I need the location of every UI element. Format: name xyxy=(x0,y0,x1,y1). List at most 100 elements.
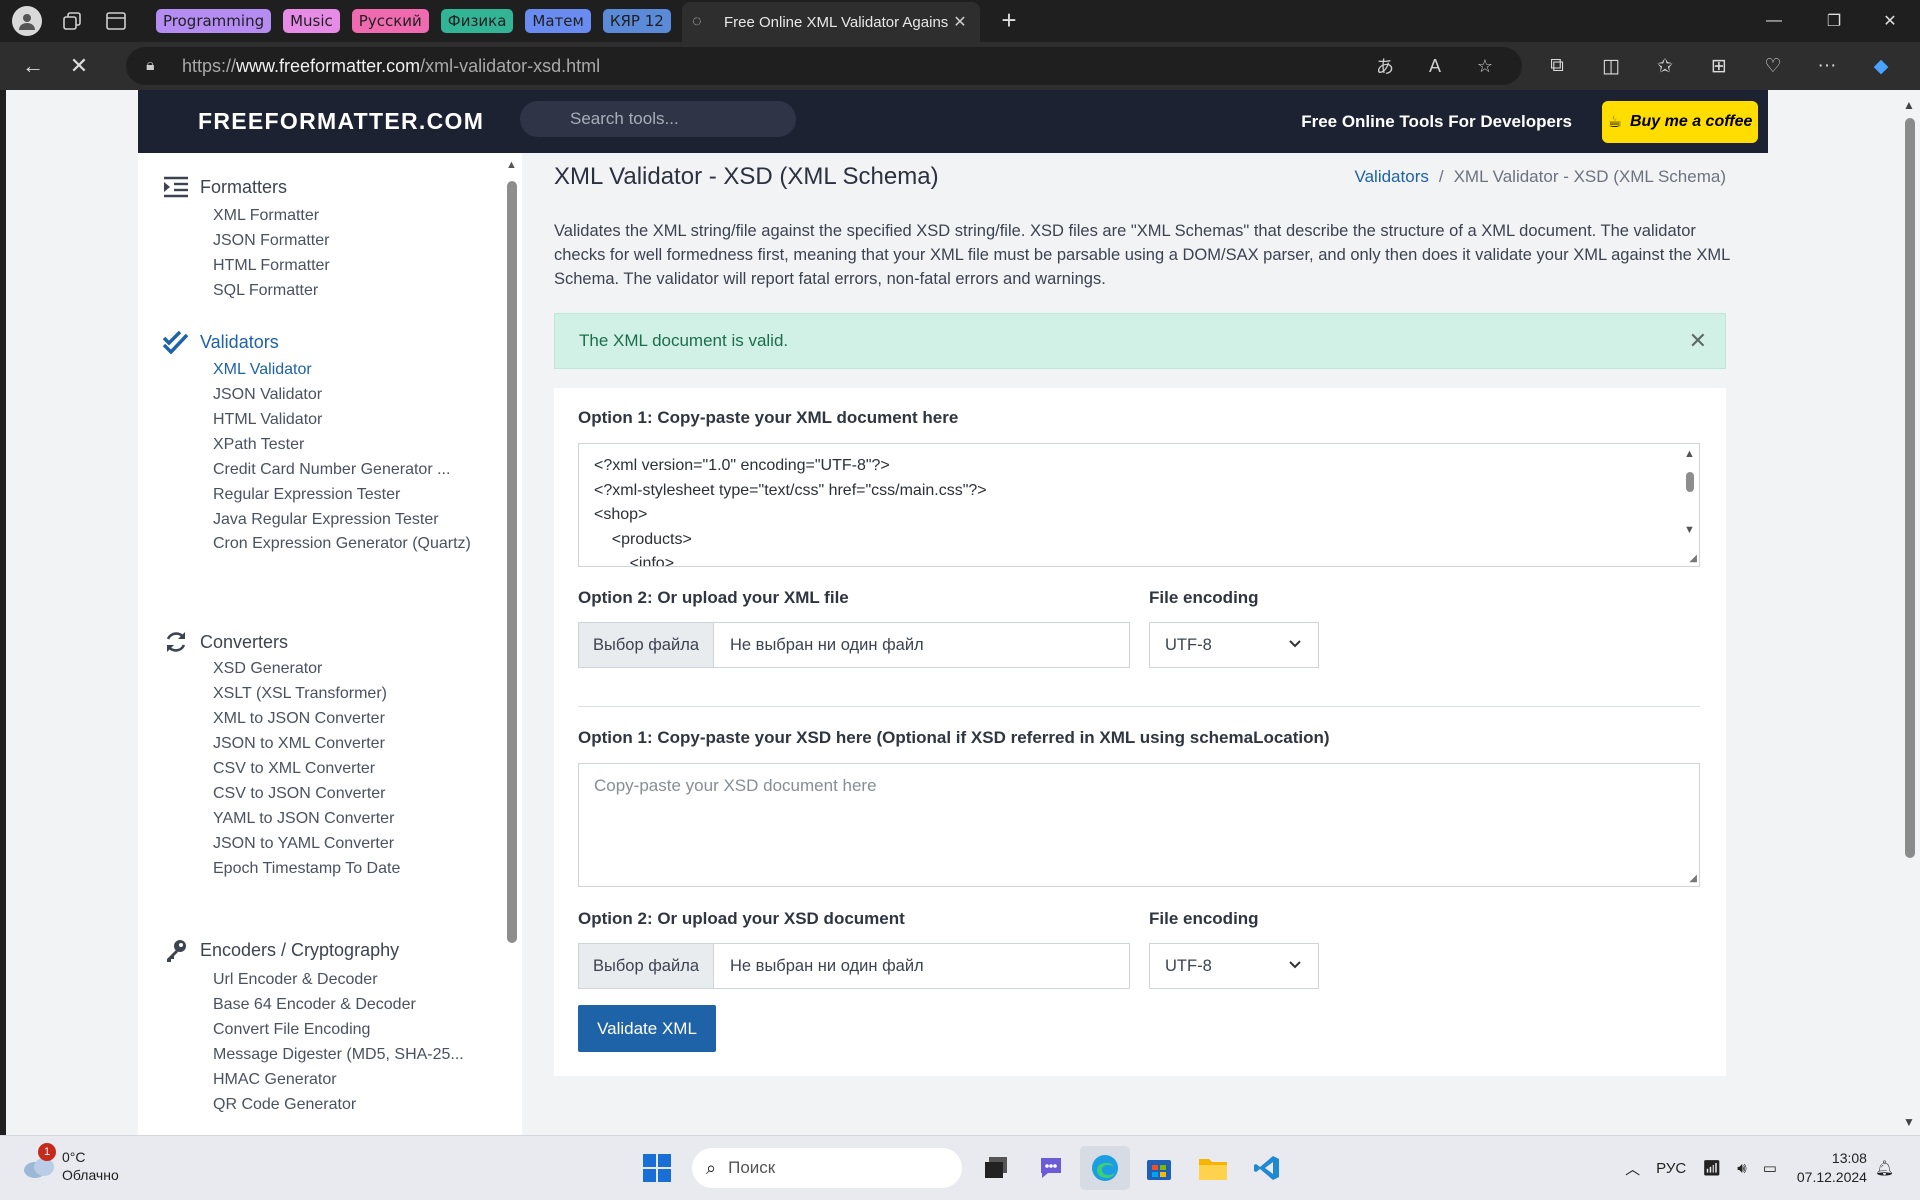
sidebar-item-xpath-tester[interactable]: XPath Tester xyxy=(213,434,478,456)
more-menu-icon[interactable]: ··· xyxy=(1800,55,1854,77)
sidebar-section-formatters[interactable]: Formatters xyxy=(162,173,287,201)
xml-choose-file-button[interactable]: Выбор файла xyxy=(579,623,714,667)
stop-loading-button[interactable]: ✕ xyxy=(56,46,102,86)
xml-textarea-scrollbar[interactable]: ▲ ▼ xyxy=(1681,444,1699,566)
site-logo[interactable]: FREEFORMATTER.COM xyxy=(198,108,484,135)
lock-icon[interactable]: 🔒︎ xyxy=(146,57,168,75)
sidebar-section-converters[interactable]: Converters xyxy=(162,628,288,656)
profile-avatar-icon[interactable] xyxy=(12,6,42,36)
sidebar-item-epoch-timestamp-to-date[interactable]: Epoch Timestamp To Date xyxy=(213,858,478,880)
new-tab-button[interactable]: + xyxy=(992,6,1026,36)
battery-icon[interactable]: ▭ xyxy=(1763,1159,1777,1177)
clock[interactable]: 13:08 07.12.2024 xyxy=(1797,1149,1867,1187)
sidebar-item-url-encoder-decoder[interactable]: Url Encoder & Decoder xyxy=(213,969,478,991)
browser-essentials-icon[interactable]: ♡ xyxy=(1746,55,1800,78)
sidebar-item-json-to-yaml-converter[interactable]: JSON to YAML Converter xyxy=(213,833,478,855)
xsd-textarea[interactable]: Copy-paste your XSD document here ◢ xyxy=(578,763,1700,887)
sidebar-item-xslt-xsl-transformer[interactable]: XSLT (XSL Transformer) xyxy=(213,683,478,705)
edge-browser-icon[interactable] xyxy=(1080,1146,1130,1190)
read-aloud-icon[interactable]: A xyxy=(1410,56,1460,77)
tab-group-1[interactable]: Music xyxy=(283,9,340,33)
xml-file-input[interactable]: Выбор файла Не выбран ни один файл xyxy=(578,622,1130,668)
close-icon[interactable]: ✕ xyxy=(1689,314,1707,368)
resize-handle-icon[interactable]: ◢ xyxy=(1689,553,1697,564)
sidebar-item-message-digester-md5-sha-25[interactable]: Message Digester (MD5, SHA-25... xyxy=(213,1044,478,1066)
url-text[interactable]: https://www.freeformatter.com/xml-valida… xyxy=(182,56,600,77)
sidebar-item-cron-expression-generator-quartz[interactable]: Cron Expression Generator (Quartz) xyxy=(213,533,478,555)
close-window-button[interactable]: ✕ xyxy=(1862,0,1918,42)
weather-widget[interactable]: 1 0°C Облачно xyxy=(22,1143,119,1184)
scroll-down-icon[interactable]: ▼ xyxy=(1684,524,1695,536)
breadcrumb-link-validators[interactable]: Validators xyxy=(1355,167,1429,186)
start-windows-icon[interactable] xyxy=(632,1146,682,1190)
tab-group-0[interactable]: Programming xyxy=(156,9,272,33)
page-scroll-thumb[interactable] xyxy=(1905,118,1915,858)
sidebar-item-hmac-generator[interactable]: HMAC Generator xyxy=(213,1069,478,1091)
tab-group-5[interactable]: КЯР 12 xyxy=(602,9,671,33)
vscode-icon[interactable] xyxy=(1242,1146,1292,1190)
file-explorer-icon[interactable] xyxy=(1188,1146,1238,1190)
restore-button[interactable]: ❐ xyxy=(1806,0,1862,42)
sidebar-section-validators[interactable]: Validators xyxy=(162,328,279,356)
sidebar-item-csv-to-json-converter[interactable]: CSV to JSON Converter xyxy=(213,783,478,805)
buy-me-a-coffee-button[interactable]: ☕ Buy me a coffee xyxy=(1602,101,1758,143)
sidebar-section-encoders[interactable]: Encoders / Cryptography xyxy=(162,936,399,964)
language-indicator[interactable]: РУС xyxy=(1656,1160,1686,1177)
favorites-icon[interactable]: ✩ xyxy=(1638,55,1692,78)
sidebar-item-java-regular-expression-tester[interactable]: Java Regular Expression Tester xyxy=(213,509,478,531)
microsoft-store-icon[interactable] xyxy=(1134,1146,1184,1190)
copilot-icon[interactable]: ◆ xyxy=(1854,55,1908,78)
sidebar-item-qr-code-generator[interactable]: QR Code Generator xyxy=(213,1094,478,1116)
sidebar-item-csv-to-xml-converter[interactable]: CSV to XML Converter xyxy=(213,758,478,780)
sidebar-item-xml-to-json-converter[interactable]: XML to JSON Converter xyxy=(213,708,478,730)
xml-scroll-thumb[interactable] xyxy=(1686,472,1694,492)
sidebar-item-json-to-xml-converter[interactable]: JSON to XML Converter xyxy=(213,733,478,755)
xml-textarea[interactable]: <?xml version="1.0" encoding="UTF-8"?> <?… xyxy=(578,443,1700,567)
page-scrollbar[interactable]: ▲ ▼ xyxy=(1900,90,1920,1135)
sidebar-item-json-formatter[interactable]: JSON Formatter xyxy=(213,230,478,252)
sidebar-item-xml-validator[interactable]: XML Validator xyxy=(213,359,478,381)
split-screen-icon[interactable]: ◫ xyxy=(1584,55,1638,78)
validate-xml-button[interactable]: Validate XML xyxy=(578,1005,716,1052)
sidebar-item-yaml-to-json-converter[interactable]: YAML to JSON Converter xyxy=(213,808,478,830)
vertical-tabs-icon[interactable] xyxy=(94,0,138,42)
sidebar-item-credit-card-number-generator[interactable]: Credit Card Number Generator ... xyxy=(213,459,478,481)
xsd-file-input[interactable]: Выбор файла Не выбран ни один файл xyxy=(578,943,1130,989)
scroll-up-icon[interactable]: ▲ xyxy=(1903,98,1915,112)
sidebar-item-json-validator[interactable]: JSON Validator xyxy=(213,384,478,406)
sidebar-item-sql-formatter[interactable]: SQL Formatter xyxy=(213,280,478,302)
xml-encoding-select[interactable]: UTF-8 xyxy=(1149,622,1319,668)
sidebar-item-xml-formatter[interactable]: XML Formatter xyxy=(213,205,478,227)
back-button[interactable]: ← xyxy=(10,46,56,86)
taskbar-search[interactable]: ⌕ Поиск xyxy=(692,1148,962,1188)
scroll-up-icon[interactable]: ▲ xyxy=(1684,448,1695,460)
address-bar[interactable]: 🔒︎ https://www.freeformatter.com/xml-val… xyxy=(126,47,1522,85)
collections-icon[interactable]: ⊞ xyxy=(1692,55,1746,78)
scroll-down-icon[interactable]: ▼ xyxy=(1903,1115,1915,1129)
tab-group-4[interactable]: Матем xyxy=(525,9,591,33)
favorite-star-icon[interactable]: ☆ xyxy=(1460,56,1510,77)
sidebar-scroll-thumb[interactable] xyxy=(507,181,517,943)
sidebar-scrollbar[interactable]: ▲ xyxy=(502,153,522,1135)
task-view-icon[interactable] xyxy=(972,1146,1022,1190)
site-search-input[interactable]: Search tools... xyxy=(520,101,796,137)
xsd-encoding-select[interactable]: UTF-8 xyxy=(1149,943,1319,989)
sidebar-item-regular-expression-tester[interactable]: Regular Expression Tester xyxy=(213,484,478,506)
workspaces-icon[interactable] xyxy=(50,0,94,42)
sidebar-item-convert-file-encoding[interactable]: Convert File Encoding xyxy=(213,1019,478,1041)
close-tab-icon[interactable]: ✕ xyxy=(950,12,970,32)
sidebar-item-xsd-generator[interactable]: XSD Generator xyxy=(213,658,478,680)
chevron-up-icon[interactable]: ︿ xyxy=(1625,1158,1640,1179)
xsd-choose-file-button[interactable]: Выбор файла xyxy=(579,944,714,988)
resize-handle-icon[interactable]: ◢ xyxy=(1689,873,1697,884)
active-tab[interactable]: ◌ Free Online XML Validator Agains ✕ xyxy=(682,2,980,42)
wifi-icon[interactable]: 📶︎ xyxy=(1702,1159,1721,1177)
translate-icon[interactable]: あ xyxy=(1360,53,1410,79)
teams-chat-icon[interactable] xyxy=(1026,1146,1076,1190)
volume-icon[interactable]: 🔊︎ xyxy=(1737,1160,1746,1177)
sidebar-item-base-64-encoder-decoder[interactable]: Base 64 Encoder & Decoder xyxy=(213,994,478,1016)
scroll-up-icon[interactable]: ▲ xyxy=(506,159,517,171)
extensions-icon[interactable]: ⧉ xyxy=(1530,55,1584,77)
sidebar-item-html-formatter[interactable]: HTML Formatter xyxy=(213,255,478,277)
minimize-button[interactable]: — xyxy=(1746,0,1802,42)
